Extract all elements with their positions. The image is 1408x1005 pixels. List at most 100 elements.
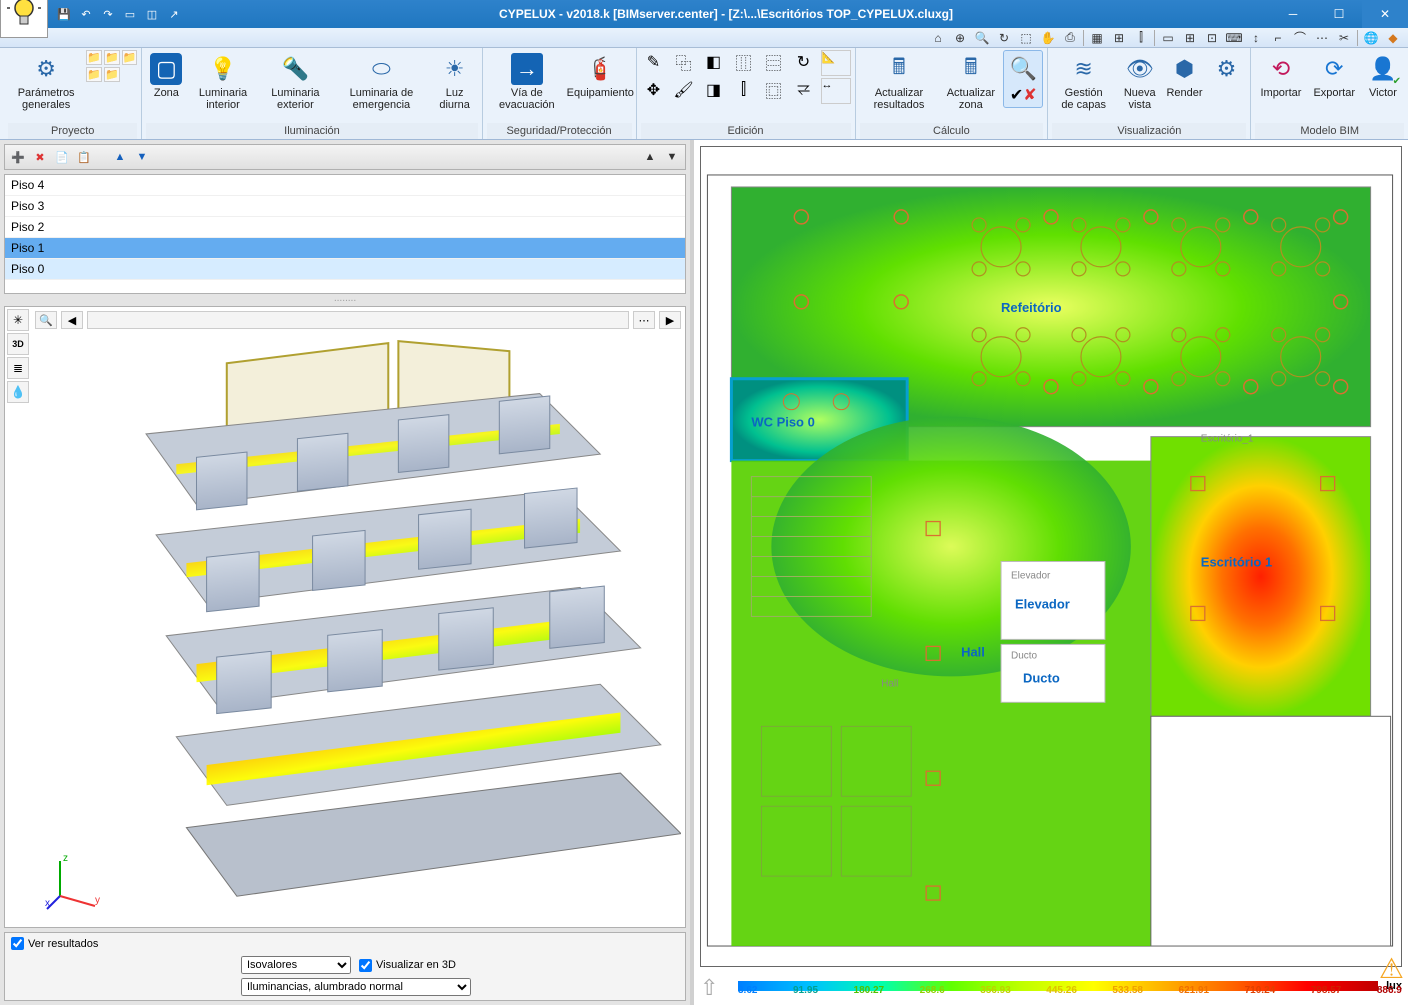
zoom-extents-icon[interactable]: ⊕ xyxy=(951,30,969,46)
folder2-icon[interactable]: 📁 xyxy=(86,67,102,82)
exportar-button[interactable]: ⟳Exportar xyxy=(1308,50,1360,102)
exit-icon[interactable]: ↗ xyxy=(166,6,182,22)
warning-icon[interactable]: ⚠ xyxy=(1379,952,1404,985)
grid-icon[interactable]: ⊞ xyxy=(1110,30,1128,46)
column-icon[interactable]: ⫿ xyxy=(1132,30,1150,46)
folder-icon[interactable]: 📁 xyxy=(86,50,102,65)
floor-row[interactable]: Piso 1 xyxy=(5,238,685,259)
view3d-next-icon[interactable]: ▶ xyxy=(659,311,681,329)
keyboard-icon[interactable]: ⌨ xyxy=(1225,30,1243,46)
floor-row-selected[interactable]: Piso 0 xyxy=(5,259,685,280)
view3d-lamp-icon[interactable]: 💧 xyxy=(7,381,29,403)
move-down-icon[interactable]: ▼ xyxy=(133,148,151,166)
arc-icon[interactable]: ⌒ xyxy=(1291,30,1309,46)
move-up-icon[interactable]: ▲ xyxy=(111,148,129,166)
edit-offset-icon[interactable]: ⥩ xyxy=(791,78,817,102)
actualizar-resultados-button[interactable]: 🖩Actualizar resultados xyxy=(860,50,939,114)
ver-resultados-checkbox[interactable]: Ver resultados xyxy=(11,937,679,950)
edit-erase2-icon[interactable]: ◨ xyxy=(701,78,727,102)
refresh-icon[interactable]: ↻ xyxy=(995,30,1013,46)
app-logo[interactable] xyxy=(0,0,48,38)
view-3d[interactable]: ✳ 3D ≣ 💧 🔍 ◀ ⋯ ▶ xyxy=(4,306,686,928)
layers-icon[interactable]: ▦ xyxy=(1088,30,1106,46)
cut-icon[interactable]: ✂ xyxy=(1335,30,1353,46)
collapse-up-icon[interactable]: ▲ xyxy=(641,148,659,166)
luminaria-exterior-button[interactable]: 🔦Luminaria exterior xyxy=(260,50,331,114)
sort-icon[interactable]: ↕ xyxy=(1247,30,1265,46)
view3d-prev-icon[interactable]: ◀ xyxy=(61,311,83,329)
view3d-zoom-icon[interactable]: 🔍 xyxy=(35,311,57,329)
edit-group-icon[interactable]: ⿴ xyxy=(761,78,787,102)
close-button[interactable]: ✕ xyxy=(1362,0,1408,28)
nueva-vista-button[interactable]: 👁Nueva vista xyxy=(1117,50,1162,114)
view3d-dots-icon[interactable]: ⋯ xyxy=(633,311,655,329)
edit-array-icon[interactable]: ⿳ xyxy=(761,50,787,74)
paste-icon[interactable]: 📋 xyxy=(75,148,93,166)
isovalores-select[interactable]: Isovalores xyxy=(241,956,351,974)
floor-row[interactable]: Piso 2 xyxy=(5,217,685,238)
edit-dim-icon[interactable]: ↔ xyxy=(821,78,851,104)
user-button[interactable]: 👤✔Victor xyxy=(1362,50,1404,102)
folder4-icon[interactable]: 📁 xyxy=(104,67,120,82)
edit-eraser-icon[interactable]: ◧ xyxy=(701,50,727,74)
save-icon[interactable]: 💾 xyxy=(56,6,72,22)
visualizar-3d-checkbox[interactable]: Visualizar en 3D xyxy=(359,959,456,972)
maximize-button[interactable]: ☐ xyxy=(1316,0,1362,28)
snap-point-icon[interactable]: ⊡ xyxy=(1203,30,1221,46)
help-icon[interactable]: 🌐 xyxy=(1362,30,1380,46)
delete-icon[interactable]: ✖ xyxy=(31,148,49,166)
zone-icon: ▢ xyxy=(150,53,182,85)
view3d-layers-icon[interactable]: ≣ xyxy=(7,357,29,379)
edit-measure-icon[interactable]: 📐 xyxy=(821,50,851,76)
boxes-icon[interactable]: ◫ xyxy=(144,6,160,22)
edit-copy-icon[interactable]: ⿻ xyxy=(671,50,697,74)
render-button[interactable]: ⬢Render xyxy=(1164,50,1204,102)
minimize-button[interactable]: ─ xyxy=(1270,0,1316,28)
edit-align-icon[interactable]: ⫿ xyxy=(731,78,757,102)
undo-icon[interactable]: ↶ xyxy=(78,6,94,22)
view-top-icon[interactable]: ▭ xyxy=(1159,30,1177,46)
pan-icon[interactable]: ✋ xyxy=(1039,30,1057,46)
edit-brush-icon[interactable]: 🖌 xyxy=(671,78,697,102)
parametros-generales-button[interactable]: ⚙ Parámetros generales xyxy=(8,50,84,114)
copy-icon[interactable]: 📄 xyxy=(53,148,71,166)
zona-button[interactable]: ▢Zona xyxy=(146,50,186,102)
folder5-icon[interactable]: 📁 xyxy=(122,50,138,65)
ribbon: ⚙ Parámetros generales 📁 📁 📁 📁 📁 Proyect… xyxy=(0,48,1408,140)
view-grid-icon[interactable]: ⊞ xyxy=(1181,30,1199,46)
folder3-icon[interactable]: 📁 xyxy=(104,50,120,65)
zoom-window-icon[interactable]: ⬚ xyxy=(1017,30,1035,46)
edit-move-icon[interactable]: ✥ xyxy=(641,78,667,102)
edit-mirror-icon[interactable]: ⿲ xyxy=(731,50,757,74)
importar-button[interactable]: ⟲Importar xyxy=(1255,50,1306,102)
edit-pencil-icon[interactable]: ✎ xyxy=(641,50,667,74)
info-icon[interactable]: ◆ xyxy=(1384,30,1402,46)
via-evac-button[interactable]: →Vía de evacuación xyxy=(487,50,568,114)
floor-row[interactable]: Piso 4 xyxy=(5,175,685,196)
luz-diurna-button[interactable]: ☀Luz diurna xyxy=(432,50,478,114)
redo-icon[interactable]: ↷ xyxy=(100,6,116,22)
view3d-3d-icon[interactable]: 3D xyxy=(7,333,29,355)
plan-view[interactable]: Refeitório WC Piso 0 xyxy=(700,146,1402,967)
gestion-capas-button[interactable]: ≋Gestión de capas xyxy=(1052,50,1115,114)
equipamiento-button[interactable]: 🧯Equipamiento xyxy=(569,50,631,102)
floor-list[interactable]: Piso 4 Piso 3 Piso 2 Piso 1 Piso 0 xyxy=(4,174,686,294)
collapse-down-icon[interactable]: ▼ xyxy=(663,148,681,166)
luminaria-emerg-button[interactable]: ⬭Luminaria de emergencia xyxy=(333,50,430,114)
actualizar-zona-button[interactable]: 🖩Actualizar zona xyxy=(940,50,1001,114)
axis-icon[interactable]: ✳ xyxy=(7,309,29,331)
luminaria-interior-button[interactable]: 💡Luminaria interior xyxy=(188,50,257,114)
visual-settings-button[interactable]: ⚙ xyxy=(1206,50,1246,88)
home-view-icon[interactable]: ⌂ xyxy=(929,30,947,46)
ortho-icon[interactable]: ⌐ xyxy=(1269,30,1287,46)
splitter-horizontal[interactable]: ∙∙∙∙∙∙∙∙ xyxy=(0,294,690,306)
zoom-in-icon[interactable]: 🔍 xyxy=(973,30,991,46)
print-icon[interactable]: ⎙ xyxy=(1061,30,1079,46)
box-icon[interactable]: ▭ xyxy=(122,6,138,22)
iluminancias-select[interactable]: Iluminancias, alumbrado normal xyxy=(241,978,471,996)
floor-row[interactable]: Piso 3 xyxy=(5,196,685,217)
add-icon[interactable]: ➕ xyxy=(9,148,27,166)
dashed-icon[interactable]: ⋯ xyxy=(1313,30,1331,46)
search-results-button[interactable]: 🔍✔✘ xyxy=(1003,50,1043,108)
edit-rotate-icon[interactable]: ↻ xyxy=(791,50,817,74)
